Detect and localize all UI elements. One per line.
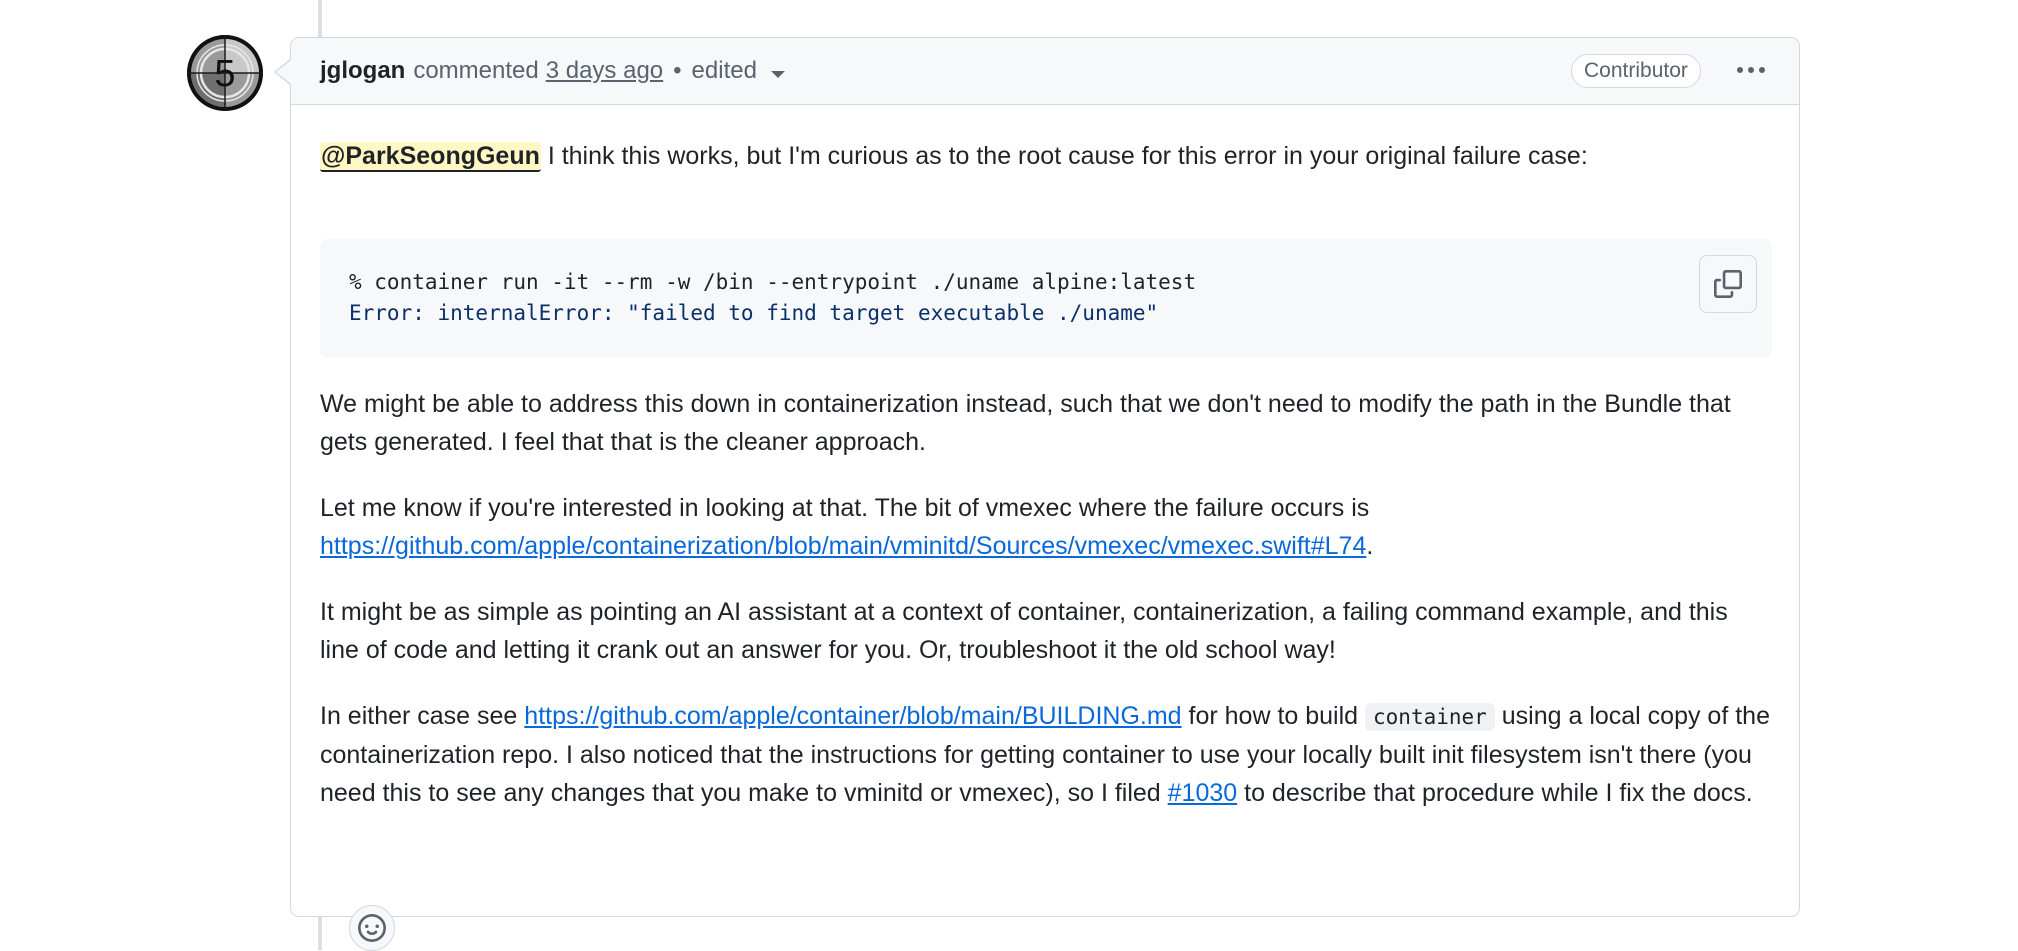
paragraph-5-tail: to describe that procedure while I fix t… xyxy=(1237,779,1753,807)
timestamp-link[interactable]: 3 days ago xyxy=(546,57,663,85)
smiley-icon xyxy=(358,914,386,942)
paragraph-5: In either case see https://github.com/ap… xyxy=(320,697,1772,812)
copy-icon xyxy=(1714,270,1742,298)
paragraph-1-text: I think this works, but I'm curious as t… xyxy=(540,142,1588,170)
add-reaction-button[interactable] xyxy=(349,905,395,951)
comment-header: jglogan commented 3 days ago • edited Co… xyxy=(291,38,1799,105)
code-line-command: % container run -it --rm -w /bin --entry… xyxy=(349,270,1197,294)
paragraph-3: Let me know if you're interested in look… xyxy=(320,489,1772,565)
paragraph-4: It might be as simple as pointing an AI … xyxy=(320,598,1728,664)
copy-button[interactable] xyxy=(1699,255,1757,313)
avatar-image: 5 xyxy=(187,35,263,111)
comment-meta: jglogan commented 3 days ago • edited xyxy=(320,57,785,85)
avatar[interactable]: 5 xyxy=(187,35,263,111)
paragraph-5-pre: In either case see xyxy=(320,702,525,730)
user-mention[interactable]: @ParkSeongGeun xyxy=(320,142,541,172)
action-text: commented xyxy=(413,57,539,84)
paragraph-1: @ParkSeongGeun I think this works, but I… xyxy=(320,137,1588,175)
vmexec-source-link[interactable]: https://github.com/apple/containerizatio… xyxy=(320,532,1366,560)
triangle-down-icon[interactable] xyxy=(770,70,785,78)
issue-link[interactable]: #1030 xyxy=(1168,779,1238,807)
kebab-horizontal-icon[interactable] xyxy=(1731,52,1771,88)
avatar-digit: 5 xyxy=(214,53,235,95)
paragraph-2: We might be able to address this down in… xyxy=(320,390,1731,456)
code-line-error: Error: internalError: "failed to find ta… xyxy=(349,301,1159,325)
contributor-badge: Contributor xyxy=(1571,54,1701,88)
paragraph-3-text: Let me know if you're interested in look… xyxy=(320,494,1370,522)
paragraph-5-mid1: for how to build xyxy=(1181,702,1366,730)
separator-dot: • xyxy=(673,57,682,84)
building-md-link[interactable]: https://github.com/apple/container/blob/… xyxy=(524,702,1181,730)
comment-pointer-fill xyxy=(276,60,291,84)
inline-code-container: container xyxy=(1365,703,1495,731)
author-link[interactable]: jglogan xyxy=(320,57,405,85)
paragraph-3-tail: . xyxy=(1366,532,1374,560)
edited-dropdown[interactable]: edited xyxy=(692,57,757,85)
comment-card: jglogan commented 3 days ago • edited Co… xyxy=(290,37,1800,951)
code-block: % container run -it --rm -w /bin --entry… xyxy=(320,239,1772,358)
